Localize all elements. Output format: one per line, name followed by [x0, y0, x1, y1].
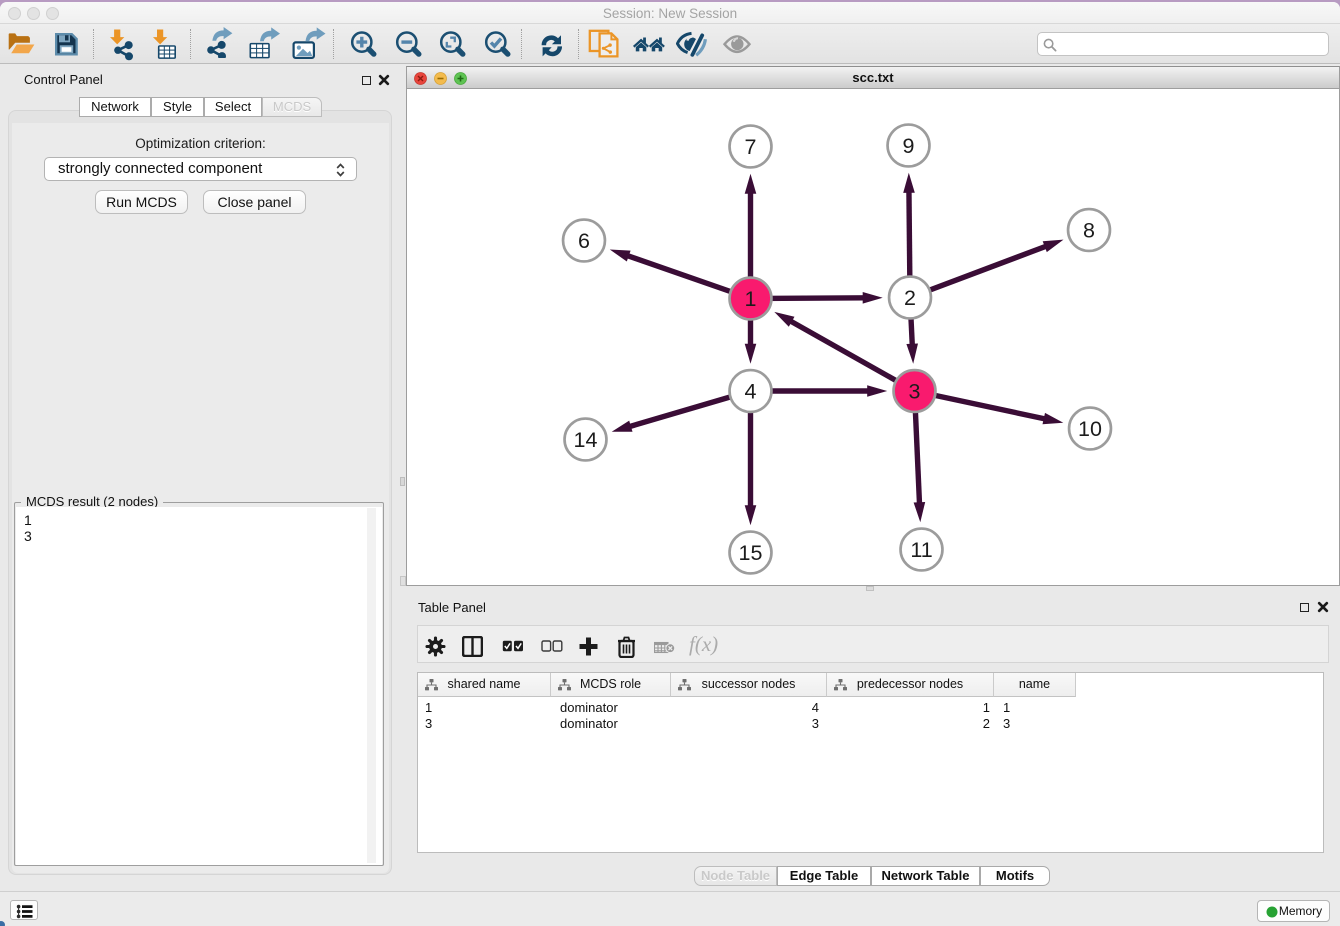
- svg-text:9: 9: [903, 134, 915, 158]
- svg-text:15: 15: [739, 541, 763, 565]
- svg-text:2: 2: [904, 286, 916, 310]
- svg-text:10: 10: [1078, 417, 1102, 441]
- svg-text:3: 3: [909, 379, 921, 403]
- svg-text:4: 4: [745, 379, 757, 403]
- svg-text:11: 11: [910, 538, 932, 562]
- svg-text:6: 6: [578, 229, 590, 253]
- svg-text:1: 1: [745, 287, 757, 311]
- svg-text:7: 7: [745, 135, 757, 159]
- svg-text:14: 14: [574, 428, 598, 452]
- svg-text:8: 8: [1083, 218, 1095, 242]
